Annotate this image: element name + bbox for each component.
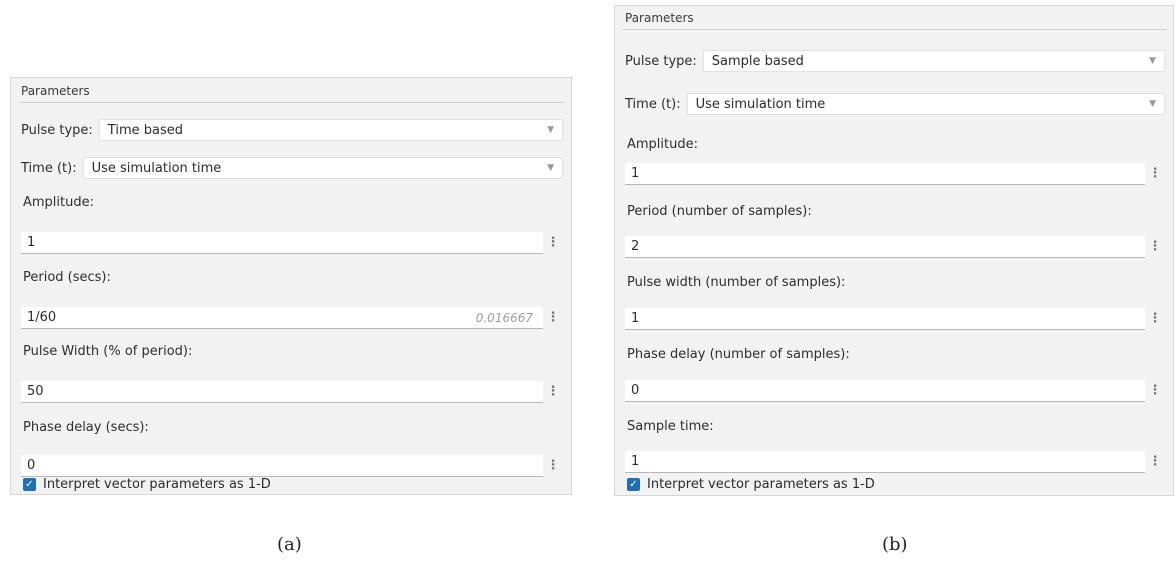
interpret-1d-label: Interpret vector parameters as 1-D [647,477,875,492]
sample-time-label: Sample time: [627,419,714,434]
pulse-type-dropdown[interactable]: Time based ▼ [98,119,563,141]
checkmark-icon[interactable]: ✓ [23,478,36,491]
period-evaluated-value: 0.016667 [475,310,533,325]
period-row: 2 ⋮ [625,236,1165,258]
vertical-ellipsis-icon[interactable]: ⋮ [1145,163,1165,185]
vertical-ellipsis-icon[interactable]: ⋮ [1145,236,1165,258]
pulse-type-label: Pulse type: [21,122,93,138]
period-label: Period (number of samples): [627,204,812,219]
vertical-ellipsis-icon[interactable]: ⋮ [543,232,563,254]
caption-b: (b) [882,534,908,555]
period-label: Period (secs): [23,270,111,285]
pulse-type-value: Time based [107,122,183,138]
pulse-width-input[interactable]: 1 [625,308,1145,330]
chevron-down-icon: ▼ [547,125,554,135]
pulse-width-input[interactable]: 50 [21,381,543,403]
phase-delay-input[interactable]: 0 [625,380,1145,402]
vertical-ellipsis-icon[interactable]: ⋮ [1145,380,1165,402]
chevron-down-icon: ▼ [1149,99,1156,109]
vertical-ellipsis-icon[interactable]: ⋮ [1145,308,1165,330]
sample-time-value: 1 [631,454,640,469]
phase-delay-row: 0 ⋮ [625,380,1165,402]
time-dropdown[interactable]: Use simulation time ▼ [82,157,563,179]
amplitude-input[interactable]: 1 [625,163,1145,185]
vertical-ellipsis-icon[interactable]: ⋮ [543,307,563,329]
interpret-1d-label: Interpret vector parameters as 1-D [43,477,271,492]
time-row: Time (t): Use simulation time ▼ [625,93,1165,115]
pulse-type-dropdown[interactable]: Sample based ▼ [702,50,1165,72]
group-title: Parameters [21,84,90,98]
amplitude-row: 1 ⋮ [625,163,1165,185]
time-row: Time (t): Use simulation time ▼ [21,157,563,179]
time-dropdown[interactable]: Use simulation time ▼ [686,93,1165,115]
pulse-type-value: Sample based [711,53,804,69]
pulse-width-label: Pulse width (number of samples): [627,275,846,290]
amplitude-value: 1 [27,235,36,250]
amplitude-input[interactable]: 1 [21,232,543,254]
group-title: Parameters [625,11,694,25]
pulse-width-row: 50 ⋮ [21,381,563,403]
period-value: 2 [631,239,640,254]
amplitude-row: 1 ⋮ [21,232,563,254]
amplitude-label: Amplitude: [627,137,698,152]
caption-a: (a) [277,534,302,555]
divider [623,29,1167,30]
amplitude-value: 1 [631,166,640,181]
chevron-down-icon: ▼ [1149,56,1156,66]
pulse-width-row: 1 ⋮ [625,308,1165,330]
time-value: Use simulation time [91,160,222,176]
chevron-down-icon: ▼ [547,163,554,173]
phase-delay-input[interactable]: 0 [21,455,543,477]
pulse-width-label: Pulse Width (% of period): [23,344,193,359]
vertical-ellipsis-icon[interactable]: ⋮ [1145,451,1165,473]
pulse-width-value: 50 [27,384,44,399]
period-input[interactable]: 1/60 0.016667 [21,307,543,329]
vertical-ellipsis-icon[interactable]: ⋮ [543,381,563,403]
amplitude-label: Amplitude: [23,195,94,210]
checkmark-icon[interactable]: ✓ [627,478,640,491]
pulse-type-row: Pulse type: Time based ▼ [21,119,563,141]
period-value: 1/60 [27,310,57,325]
vertical-ellipsis-icon[interactable]: ⋮ [543,455,563,477]
period-input[interactable]: 2 [625,236,1145,258]
sample-time-input[interactable]: 1 [625,451,1145,473]
pulse-type-label: Pulse type: [625,53,697,69]
time-label: Time (t): [21,160,77,176]
time-label: Time (t): [625,96,681,112]
phase-delay-value: 0 [631,383,640,398]
time-value: Use simulation time [695,96,826,112]
phase-delay-row: 0 ⋮ [21,455,563,477]
divider [19,102,565,103]
sample-time-row: 1 ⋮ [625,451,1165,473]
interpret-1d-checkbox-row[interactable]: ✓ Interpret vector parameters as 1-D [627,477,875,492]
phase-delay-label: Phase delay (number of samples): [627,347,850,362]
phase-delay-label: Phase delay (secs): [23,420,149,435]
pulse-type-row: Pulse type: Sample based ▼ [625,50,1165,72]
parameters-panel-b: Parameters Pulse type: Sample based ▼ Ti… [614,5,1174,496]
pulse-width-value: 1 [631,311,640,326]
parameters-panel-a: Parameters Pulse type: Time based ▼ Time… [10,77,572,495]
period-row: 1/60 0.016667 ⋮ [21,307,563,329]
phase-delay-value: 0 [27,458,36,473]
interpret-1d-checkbox-row[interactable]: ✓ Interpret vector parameters as 1-D [23,477,271,492]
